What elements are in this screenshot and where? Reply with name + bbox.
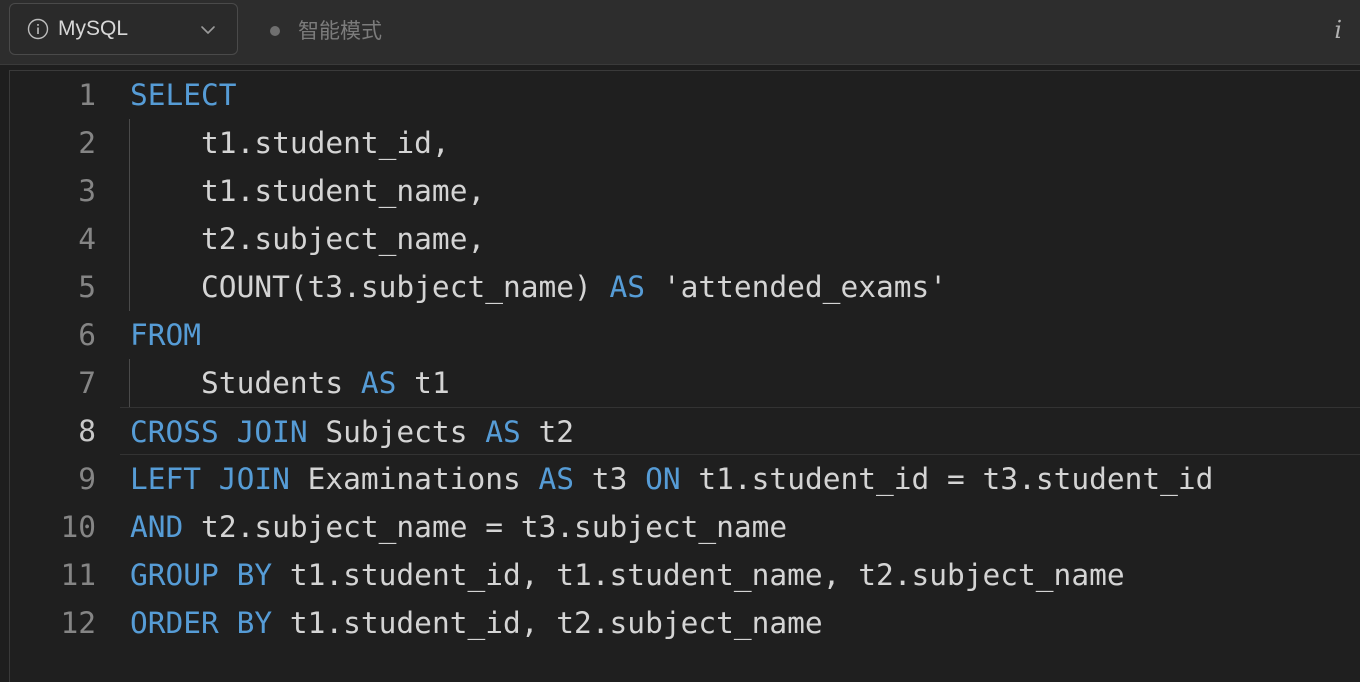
line-number: 9 [78, 462, 96, 496]
sql-text: Students [130, 366, 361, 400]
chevron-down-icon [199, 21, 217, 39]
code-text: SELECT [130, 71, 237, 119]
code-line-area: FROM [120, 311, 1360, 359]
code-line-area: Students AS t1 [120, 359, 1360, 407]
sql-keyword: LEFT JOIN [130, 462, 290, 496]
sql-text: t1.student_id, [130, 126, 450, 160]
line-number: 6 [78, 318, 96, 352]
code-text: CROSS JOIN Subjects AS t2 [130, 408, 574, 456]
line-number: 8 [78, 414, 96, 448]
line-number: 10 [60, 510, 96, 544]
code-line-area: t1.student_name, [120, 167, 1360, 215]
code-line[interactable]: 1 SELECT [10, 71, 1360, 119]
code-line[interactable]: 2 t1.student_id, [10, 119, 1360, 167]
code-line[interactable]: 11 GROUP BY t1.student_id, t1.student_nam… [10, 551, 1360, 599]
code-line-area: ORDER BY t1.student_id, t2.subject_name [120, 599, 1360, 647]
sql-text: t3 [574, 462, 646, 496]
code-line[interactable]: 6 FROM [10, 311, 1360, 359]
line-number: 2 [78, 126, 96, 160]
code-text: t1.student_name, [130, 167, 485, 215]
line-number: 7 [78, 366, 96, 400]
info-circle-icon [27, 18, 49, 40]
code-line-area: SELECT [120, 71, 1360, 119]
sql-text: 'attended_exams' [645, 270, 948, 304]
line-number: 3 [78, 174, 96, 208]
code-line[interactable]: 10 AND t2.subject_name = t3.subject_name [10, 503, 1360, 551]
language-label: MySQL [58, 17, 129, 40]
sql-text: Examinations [289, 462, 539, 496]
code-text: t1.student_id, [130, 119, 450, 167]
sql-keyword: AS [485, 415, 521, 449]
sql-keyword: ON [645, 462, 681, 496]
line-number: 11 [60, 558, 96, 592]
info-button[interactable]: i [1334, 12, 1342, 48]
code-line[interactable]: 7 Students AS t1 [10, 359, 1360, 407]
code-line[interactable]: 9 LEFT JOIN Examinations AS t3 ON t1.stud… [10, 455, 1360, 503]
sql-text: Subjects [307, 415, 486, 449]
code-line-area: COUNT(t3.subject_name) AS 'attended_exam… [120, 263, 1360, 311]
code-text: t2.subject_name, [130, 215, 485, 263]
code-text: ORDER BY t1.student_id, t2.subject_name [130, 599, 823, 647]
code-text: LEFT JOIN Examinations AS t3 ON t1.stude… [130, 455, 1213, 503]
code-line-area: LEFT JOIN Examinations AS t3 ON t1.stude… [120, 455, 1360, 503]
code-editor[interactable]: 1 SELECT 2 t1.student_id, 3 t1.student_name… [9, 70, 1360, 682]
code-text: FROM [130, 311, 201, 359]
code-line-area: CROSS JOIN Subjects AS t2 [120, 407, 1360, 455]
code-text: Students AS t1 [130, 359, 450, 407]
code-line-area: GROUP BY t1.student_id, t1.student_name,… [120, 551, 1360, 599]
line-number: 1 [78, 78, 96, 112]
code-text: COUNT(t3.subject_name) AS 'attended_exam… [130, 263, 947, 311]
code-line[interactable]: 3 t1.student_name, [10, 167, 1360, 215]
sql-text: t2.subject_name = t3.subject_name [183, 510, 788, 544]
code-line[interactable]: 8 CROSS JOIN Subjects AS t2 [10, 407, 1360, 455]
sql-text: t1.student_id, t2.subject_name [272, 606, 823, 640]
sql-keyword: AND [130, 510, 184, 544]
sql-text: t1.student_id, t1.student_name, t2.subje… [272, 558, 1125, 592]
line-number: 5 [78, 270, 96, 304]
code-text: GROUP BY t1.student_id, t1.student_name,… [130, 551, 1125, 599]
line-number: 4 [78, 222, 96, 256]
sql-text: t2 [520, 415, 575, 449]
sql-text: t1.student_name, [130, 174, 486, 208]
sql-keyword: FROM [130, 318, 202, 352]
code-line[interactable]: 5 COUNT(t3.subject_name) AS 'attended_ex… [10, 263, 1360, 311]
sql-keyword: AS [609, 270, 646, 304]
sql-text: t2.subject_name, [130, 222, 486, 256]
code-line[interactable]: 4 t2.subject_name, [10, 215, 1360, 263]
code-line-area: AND t2.subject_name = t3.subject_name [120, 503, 1360, 551]
sql-keyword: CROSS JOIN [130, 415, 308, 449]
code-text: AND t2.subject_name = t3.subject_name [130, 503, 787, 551]
smart-mode-label: 智能模式 [298, 19, 382, 43]
code-line[interactable]: 12 ORDER BY t1.student_id, t2.subject_nam… [10, 599, 1360, 647]
sql-text: t1 [396, 366, 450, 400]
sql-keyword: AS [360, 366, 397, 400]
smart-mode-toggle[interactable]: 智能模式 [270, 14, 382, 48]
sql-text: t1.student_id = t3.student_id [680, 462, 1214, 496]
sql-keyword: ORDER BY [130, 606, 273, 640]
editor-toolbar: MySQL 智能模式 i [0, 0, 1360, 65]
code-line-area: t2.subject_name, [120, 215, 1360, 263]
sql-keyword: GROUP BY [130, 558, 273, 592]
line-number: 12 [60, 606, 96, 640]
language-select[interactable]: MySQL [9, 3, 238, 55]
status-dot-icon [270, 26, 280, 36]
sql-keyword: SELECT [130, 78, 237, 112]
sql-text: COUNT(t3.subject_name) [130, 270, 610, 304]
code-line-area: t1.student_id, [120, 119, 1360, 167]
sql-keyword: AS [538, 462, 575, 496]
